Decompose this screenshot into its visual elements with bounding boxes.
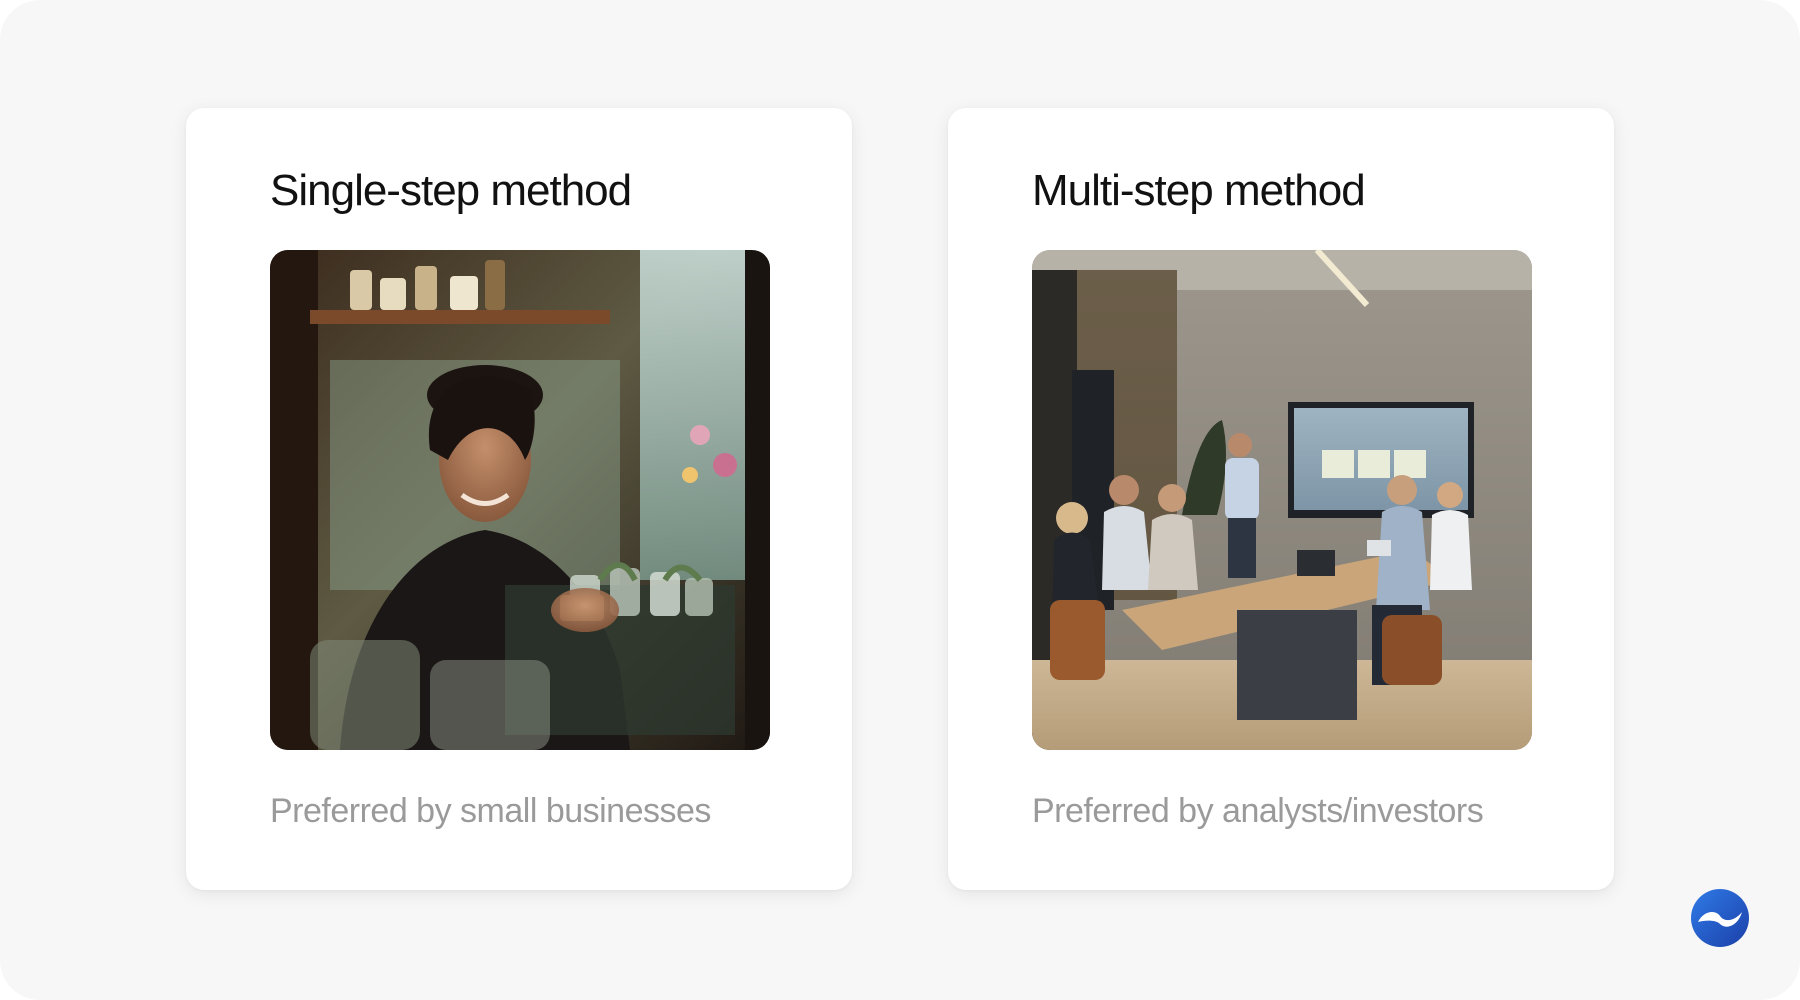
meeting-room-photo [1032,250,1532,750]
card-title: Single-step method [270,166,632,215]
multi-step-card: Multi-step method Preferred by analysts/… [948,108,1614,890]
slide-background: Single-step method Preferred by small bu… [0,0,1800,1000]
brand-logo-icon [1690,888,1750,948]
shop-owner-photo [270,250,770,750]
card-title: Multi-step method [1032,166,1366,215]
single-step-card: Single-step method Preferred by small bu… [186,108,852,890]
card-caption: Preferred by small businesses [270,792,711,830]
card-caption: Preferred by analysts/investors [1032,792,1484,830]
